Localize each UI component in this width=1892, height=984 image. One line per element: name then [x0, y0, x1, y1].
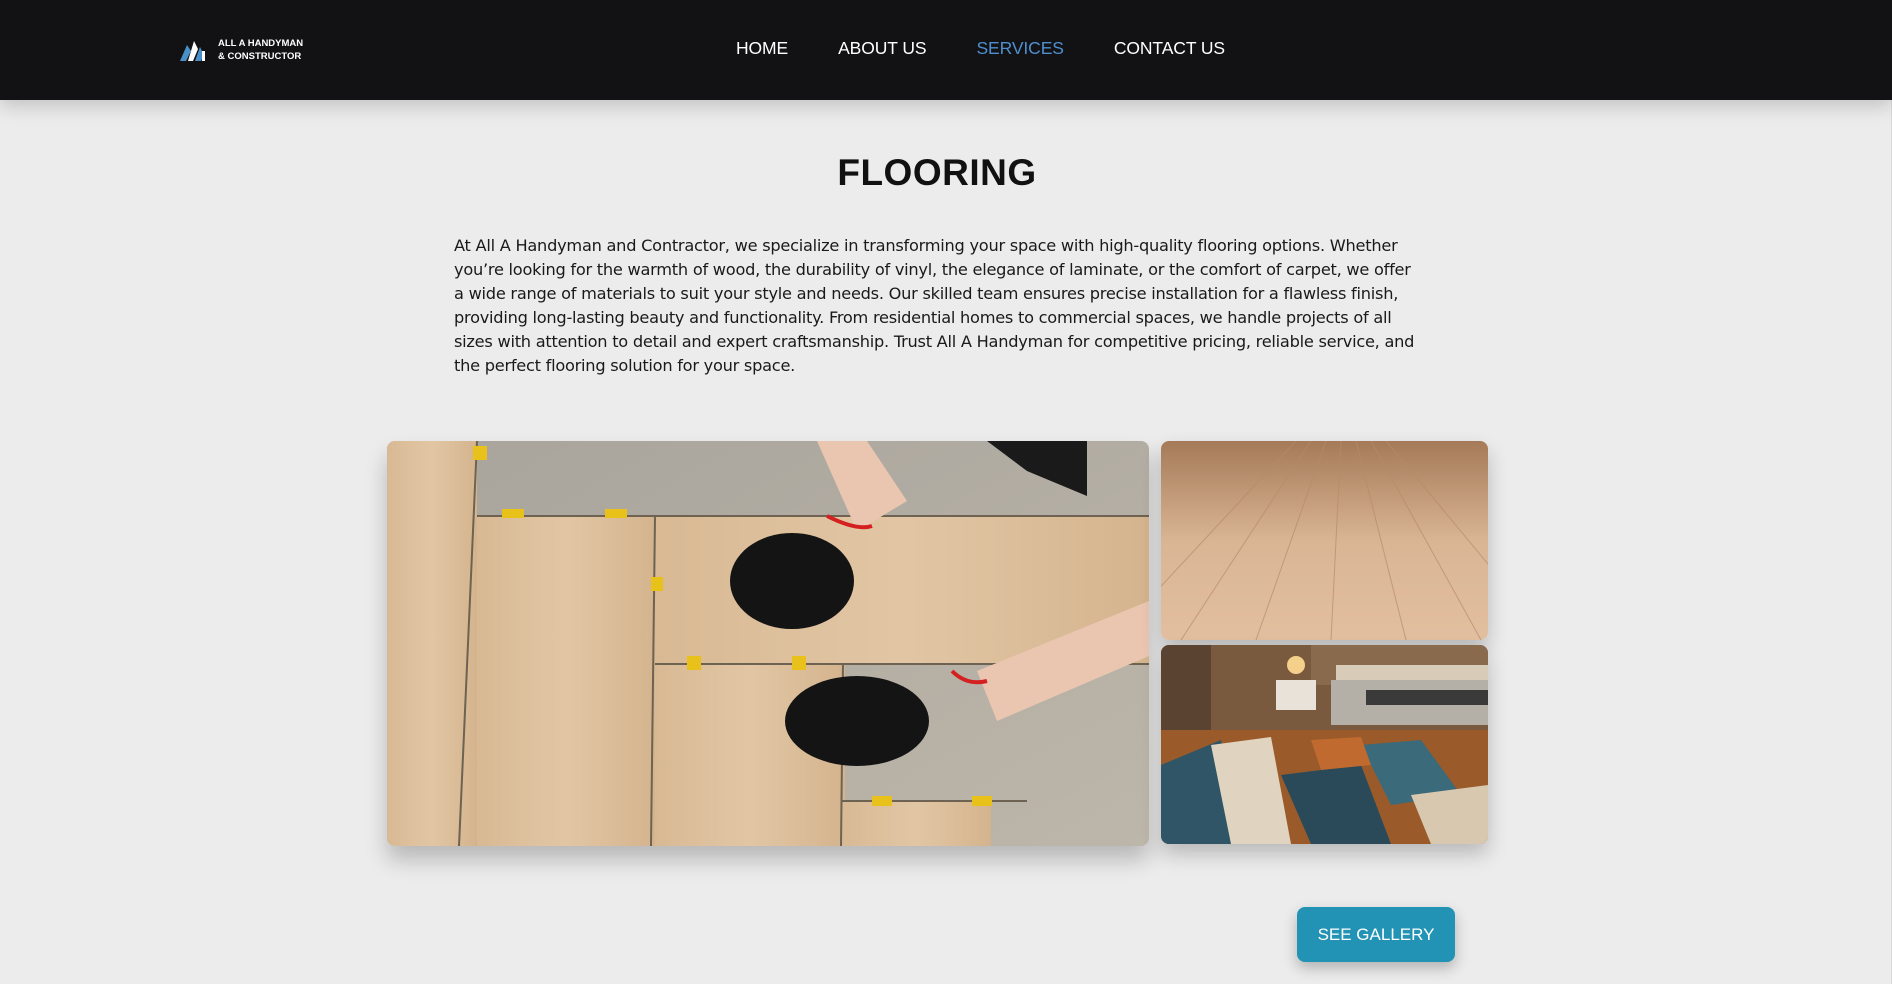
nav-contact-us[interactable]: CONTACT US — [1114, 38, 1225, 59]
top-navigation-bar: ALL A HANDYMAN & CONSTRUCTOR HOME ABOUT … — [0, 0, 1892, 100]
see-gallery-button[interactable]: SEE GALLERY — [1297, 907, 1455, 962]
nav-about-us[interactable]: ABOUT US — [838, 38, 926, 59]
nav-services[interactable]: SERVICES — [976, 38, 1063, 59]
bedroom-floor-image — [1161, 645, 1488, 844]
page-title: FLOORING — [837, 152, 1037, 193]
main-nav: HOME ABOUT US SERVICES CONTACT US — [736, 38, 1275, 59]
nav-home[interactable]: HOME — [736, 38, 788, 59]
tile-installation-image — [387, 441, 1149, 846]
logo[interactable]: ALL A HANDYMAN & CONSTRUCTOR — [178, 28, 308, 72]
wood-floor-image — [1161, 441, 1488, 640]
building-logo-icon — [180, 41, 205, 61]
logo-text: ALL A HANDYMAN & CONSTRUCTOR — [218, 38, 304, 62]
service-description: At All A Handyman and Contractor, we spe… — [454, 236, 1415, 375]
